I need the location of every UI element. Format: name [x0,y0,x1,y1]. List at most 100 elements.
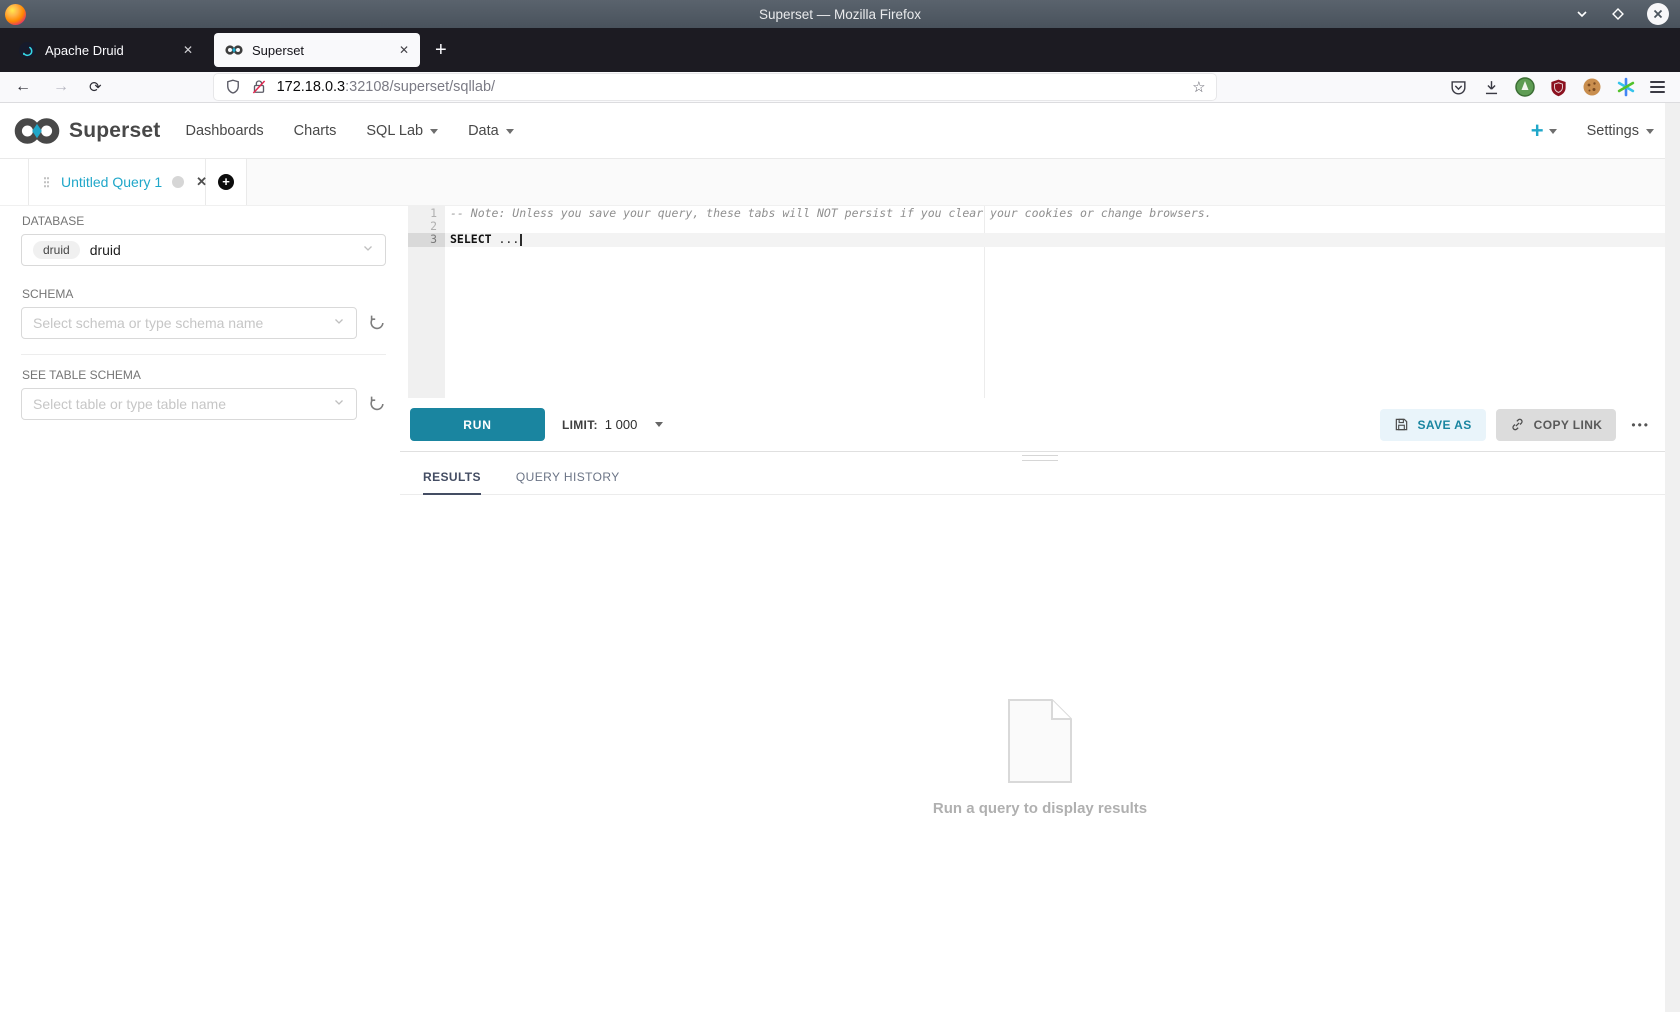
table-placeholder: Select table or type table name [33,396,226,412]
nav-menu: Dashboards Charts SQL Lab Data [170,123,528,139]
plus-icon: + [1531,120,1544,142]
empty-doc-icon [1008,699,1072,783]
query-status-dot [172,176,184,188]
chevron-down-icon [362,241,374,259]
cookie-extension-icon[interactable] [1582,77,1602,97]
nav-item-sql-lab[interactable]: SQL Lab [351,123,453,139]
window-close-icon[interactable] [1647,3,1669,25]
window-title: Superset — Mozilla Firefox [0,7,1680,22]
druid-tab-icon [19,42,36,59]
editor-line: 2 [400,220,1680,233]
database-value: druid [90,242,121,258]
query-tab-title: Untitled Query 1 [61,174,162,190]
sql-code-rest: ... [492,232,520,246]
table-select[interactable]: Select table or type table name [21,388,357,420]
superset-logo[interactable]: Superset [14,116,160,146]
editor-comment-text: -- Note: Unless you save your query, the… [445,207,1680,220]
back-icon[interactable]: ← [15,79,31,95]
query-tab-bar: ⋮ Untitled Query 1 ✕ + [0,159,1680,206]
browser-tab-superset[interactable]: Superset ✕ [214,33,420,67]
superset-tab-icon [225,44,243,56]
sqllab-main: DATABASE druid druid SCHEMA Select schem… [0,206,1680,1012]
url-text[interactable]: 172.18.0.3:32108/superset/sqllab/ [277,79,495,95]
database-tag: druid [33,241,80,259]
superset-navbar: Superset Dashboards Charts SQL Lab Data … [0,103,1680,159]
copy-link-label: COPY LINK [1534,418,1603,432]
close-icon[interactable]: ✕ [399,43,409,57]
sqllab-sidebar: DATABASE druid druid SCHEMA Select schem… [0,206,400,1012]
database-label: DATABASE [22,214,386,228]
nav-item-dashboards[interactable]: Dashboards [170,123,278,139]
tab-results[interactable]: RESULTS [423,470,481,495]
sidebar-divider [21,354,386,355]
save-as-button[interactable]: SAVE AS [1380,409,1486,441]
privacy-badger-icon[interactable] [1515,77,1535,97]
settings-menu[interactable]: Settings [1587,123,1654,139]
reload-icon[interactable]: ⟳ [89,80,102,95]
schema-label: SCHEMA [22,287,386,301]
limit-label: LIMIT: [562,418,598,432]
database-select[interactable]: druid druid [21,234,386,266]
url-path: :32108/superset/sqllab/ [345,79,495,95]
tab-query-history[interactable]: QUERY HISTORY [516,470,620,494]
asterisk-extension-icon[interactable] [1616,77,1636,97]
limit-dropdown[interactable]: LIMIT: 1 000 [562,417,663,432]
line-number: 1 [408,207,445,220]
nav-label: SQL Lab [366,123,423,139]
copy-link-button[interactable]: COPY LINK [1496,409,1617,441]
run-button[interactable]: RUN [410,408,545,441]
resize-handle-icon[interactable] [1022,455,1058,461]
refresh-schema-icon[interactable] [368,314,386,332]
editor-code-text: SELECT ... [445,233,1680,246]
refresh-table-icon[interactable] [368,395,386,413]
save-as-label: SAVE AS [1418,418,1472,432]
ublock-icon[interactable] [1549,78,1568,97]
editor-pane: 1 -- Note: Unless you save your query, t… [400,206,1680,1012]
page-scrollbar[interactable] [1665,103,1680,1012]
forward-icon[interactable]: → [53,79,69,95]
new-item-button[interactable]: + [1531,120,1557,142]
line-number: 2 [408,220,445,233]
nav-label: Data [468,123,499,139]
browser-tab-strip: Apache Druid ✕ Superset ✕ + [0,28,1680,72]
nav-item-charts[interactable]: Charts [279,123,352,139]
editor-toolbar: RUN LIMIT: 1 000 SAVE AS COPY LINK ••• [400,398,1680,452]
brand-name: Superset [69,119,160,143]
drag-handle-icon[interactable]: ⋮ [39,175,51,189]
window-controls [1575,3,1680,25]
query-tab-untitled-1[interactable]: ⋮ Untitled Query 1 ✕ [28,159,206,205]
add-query-tab-button[interactable]: + [206,159,247,205]
more-options-icon[interactable]: ••• [1631,418,1650,432]
browser-tab-apache-druid[interactable]: Apache Druid ✕ [8,33,204,67]
empty-state: Run a query to display results [400,699,1680,817]
caret-down-icon [655,422,663,427]
empty-state-text: Run a query to display results [933,800,1147,817]
text-cursor [520,234,522,246]
results-panel: RESULTS QUERY HISTORY Run a query to dis… [400,452,1680,1012]
download-icon[interactable] [1482,78,1501,97]
close-icon[interactable]: ✕ [183,43,193,57]
bookmark-star-icon[interactable]: ☆ [1192,78,1205,96]
schema-select[interactable]: Select schema or type schema name [21,307,357,339]
sql-keyword: SELECT [450,232,492,246]
limit-value: 1 000 [605,417,638,432]
minimize-icon[interactable] [1575,7,1589,21]
toolbar-extensions [1449,77,1680,97]
caret-down-icon [430,129,438,134]
settings-label: Settings [1587,123,1639,139]
menu-icon[interactable] [1650,81,1665,93]
insecure-lock-icon[interactable] [250,78,268,96]
nav-label: Charts [294,123,337,139]
editor-empty-line [445,220,1680,233]
shield-icon[interactable] [224,78,242,96]
nav-item-data[interactable]: Data [453,123,529,139]
query-tab-bar-filler [247,159,1680,205]
nav-label: Dashboards [185,123,263,139]
sql-editor[interactable]: 1 -- Note: Unless you save your query, t… [400,206,1680,398]
url-bar[interactable]: 172.18.0.3:32108/superset/sqllab/ ☆ [214,74,1216,100]
tab-title: Apache Druid [45,43,174,58]
link-icon [1510,417,1525,432]
pocket-icon[interactable] [1449,78,1468,97]
new-tab-icon[interactable]: + [435,39,447,62]
maximize-icon[interactable] [1610,6,1626,22]
